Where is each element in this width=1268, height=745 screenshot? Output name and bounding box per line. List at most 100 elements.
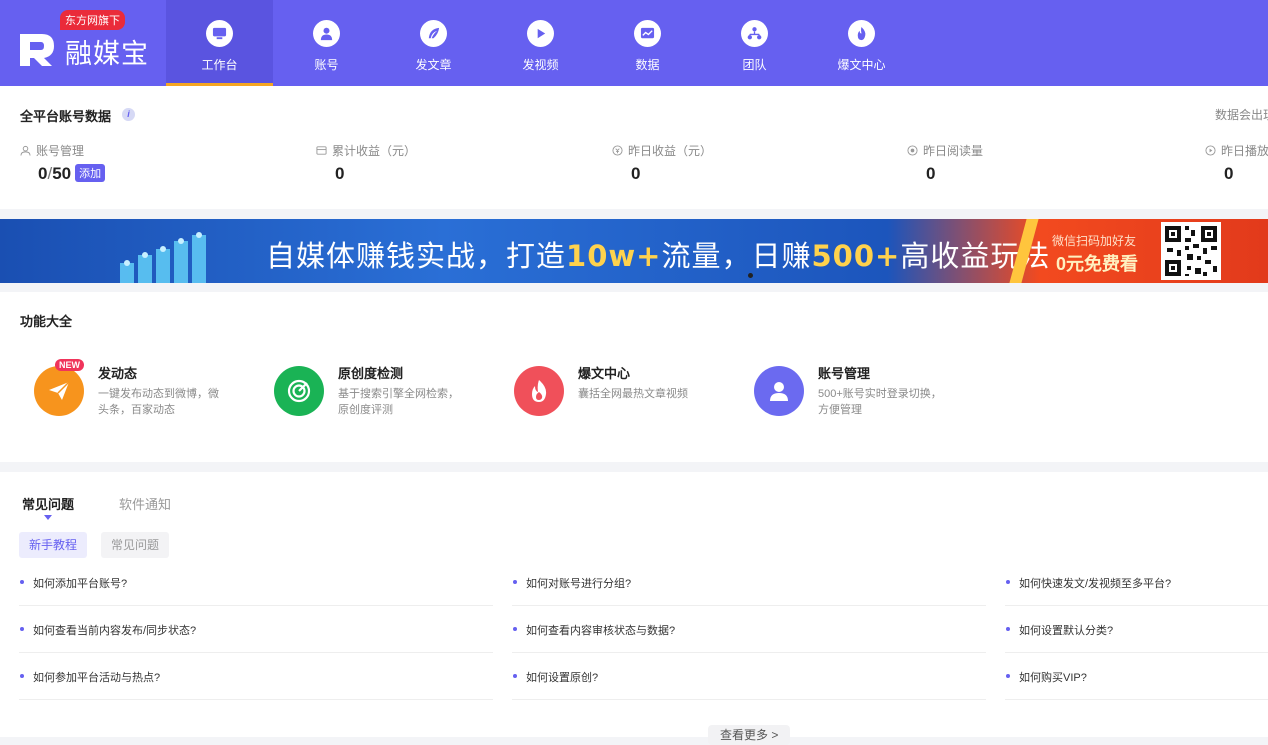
banner-highlight: 10w+: [566, 239, 662, 273]
feature-title: 发动态: [98, 366, 138, 381]
divider: [512, 605, 986, 606]
user-icon: [313, 20, 340, 47]
nav-item-post-video[interactable]: 发视频: [487, 0, 594, 86]
stat-label: 账号管理: [36, 144, 85, 158]
faq-question-link[interactable]: 如何添加平台账号?: [19, 575, 127, 591]
stat-value: 0/50 添加: [38, 164, 106, 184]
nav-label: 发文章: [415, 58, 452, 72]
feature-desc: 囊括全网最热文章视频: [578, 388, 688, 400]
banner-headline: 自媒体赚钱实战，打造10w+流量，日赚500+高收益玩法: [266, 233, 1050, 275]
play-circle-icon: [1205, 145, 1216, 156]
monitor-icon: [206, 20, 233, 47]
nav-item-post-article[interactable]: 发文章: [380, 0, 487, 86]
feature-desc: 一键发布动态到微博，微头条，百家动态: [98, 388, 219, 416]
accounts-total: 50: [52, 164, 72, 183]
info-icon[interactable]: i: [122, 108, 135, 121]
features-title: 功能大全: [20, 314, 73, 329]
tab-indicator-icon: [44, 515, 52, 520]
nav-item-account[interactable]: 账号: [273, 0, 380, 86]
top-nav-bar: 融媒宝 东方网旗下 工作台 账号 发文章 发视频 数据 团队 爆文中心: [0, 0, 1268, 86]
feature-originality-check[interactable]: 原创度检测 基于搜索引擎全网检索，原创度评测: [274, 366, 484, 426]
export-data-link[interactable]: 数据会出现: [1215, 106, 1268, 123]
qr-code-icon: [1161, 222, 1221, 280]
faq-question-link[interactable]: 如何购买VIP?: [1006, 669, 1087, 685]
brand-badge: 东方网旗下: [60, 10, 125, 30]
stat-value: 0: [631, 164, 641, 183]
nav-label: 工作台: [201, 58, 238, 72]
nav-item-hot-articles[interactable]: 爆文中心: [808, 0, 915, 86]
banner-text-part: 自媒体赚钱实战，打造: [266, 239, 567, 273]
divider: [1005, 699, 1268, 700]
nav-label: 账号: [314, 58, 339, 72]
chart-icon: [634, 20, 661, 47]
nav-item-workbench[interactable]: 工作台: [166, 0, 273, 86]
add-account-button[interactable]: 添加: [75, 164, 106, 182]
chip-common-questions[interactable]: 常见问题: [101, 532, 170, 558]
stat-label: 累计收益（元）: [332, 144, 417, 158]
banner-cta: 0元免费看: [1056, 254, 1139, 274]
view-more-button[interactable]: 查看更多 >: [708, 725, 791, 745]
feature-post-dynamic[interactable]: NEW 发动态 一键发布动态到微博，微头条，百家动态: [34, 359, 244, 426]
faq-question-link[interactable]: 如何设置默认分类?: [1005, 622, 1113, 638]
brand-logo[interactable]: 融媒宝 东方网旗下: [18, 10, 158, 74]
wallet-icon: [316, 146, 327, 155]
feature-title: 爆文中心: [578, 366, 631, 381]
stat-label: 昨日收益（元）: [628, 144, 713, 158]
brand-name: 融媒宝: [65, 39, 149, 70]
stat-yesterday-plays: 昨日播放 0: [1205, 142, 1268, 183]
stat-label: 昨日播放: [1221, 144, 1268, 158]
nav-label: 爆文中心: [837, 58, 886, 72]
stat-value: 0: [926, 164, 936, 183]
divider: [1005, 652, 1268, 653]
faq-question-link[interactable]: 如何查看内容审核状态与数据?: [512, 622, 675, 638]
flame-icon: [514, 366, 564, 416]
divider: [512, 652, 986, 653]
cubes-decoration-icon: [120, 232, 206, 283]
radar-icon: [274, 366, 324, 416]
team-icon: [741, 20, 768, 47]
stat-value: 0: [1224, 164, 1234, 183]
play-icon: [527, 20, 554, 47]
logo-mark-icon: [20, 34, 54, 66]
divider: [19, 652, 493, 653]
tab-software-notice[interactable]: 软件通知: [119, 494, 171, 513]
eye-icon: [907, 145, 918, 156]
feature-hot-articles[interactable]: 爆文中心 囊括全网最热文章视频: [514, 366, 724, 426]
chip-beginner-tutorial[interactable]: 新手教程: [19, 532, 88, 558]
stat-value: 0: [335, 164, 345, 183]
faq-question-link[interactable]: 如何参加平台活动与热点?: [19, 669, 160, 685]
nav-label: 发视频: [522, 58, 559, 72]
faq-question-link[interactable]: 如何设置原创?: [512, 669, 598, 685]
fire-icon: [848, 20, 875, 47]
banner-text-part: 流量，日赚: [661, 239, 812, 273]
feature-desc: 500+账号实时登录切换，方便管理: [818, 388, 942, 416]
feature-title: 账号管理: [818, 366, 871, 381]
banner-highlight: 500+: [811, 239, 901, 273]
user-outline-icon: [20, 145, 31, 156]
main-nav: 工作台 账号 发文章 发视频 数据 团队 爆文中心: [166, 0, 915, 86]
new-badge: NEW: [55, 359, 84, 371]
faq-question-link[interactable]: 如何对账号进行分组?: [512, 575, 631, 591]
promo-banner[interactable]: 自媒体赚钱实战，打造10w+流量，日赚500+高收益玩法 微信扫码加好友 0元免…: [0, 219, 1268, 283]
divider: [19, 605, 493, 606]
feature-title: 原创度检测: [338, 366, 404, 381]
tab-faq[interactable]: 常见问题: [22, 494, 74, 513]
nav-item-data[interactable]: 数据: [594, 0, 701, 86]
nav-item-team[interactable]: 团队: [701, 0, 808, 86]
stat-label: 昨日阅读量: [923, 144, 984, 158]
feature-desc: 基于搜索引擎全网检索，原创度评测: [338, 388, 459, 416]
stat-yesterday-income: 昨日收益（元） 0: [612, 142, 713, 183]
faq-question-link[interactable]: 如何查看当前内容发布/同步状态?: [19, 622, 196, 638]
divider: [512, 699, 986, 700]
stat-yesterday-reads: 昨日阅读量 0: [907, 142, 984, 183]
stat-accounts: 账号管理 0/50 添加: [20, 142, 106, 183]
divider: [19, 699, 493, 700]
carousel-dot[interactable]: [748, 273, 753, 278]
account-icon: [754, 366, 804, 416]
stats-title: 全平台账号数据: [20, 109, 112, 124]
feather-icon: [420, 20, 447, 47]
feature-account-management[interactable]: 账号管理 500+账号实时登录切换，方便管理: [754, 366, 964, 426]
faq-question-link[interactable]: 如何快速发文/发视频至多平台?: [1005, 575, 1171, 591]
send-icon: [34, 366, 84, 416]
banner-cta-caption: 微信扫码加好友: [1052, 234, 1137, 248]
